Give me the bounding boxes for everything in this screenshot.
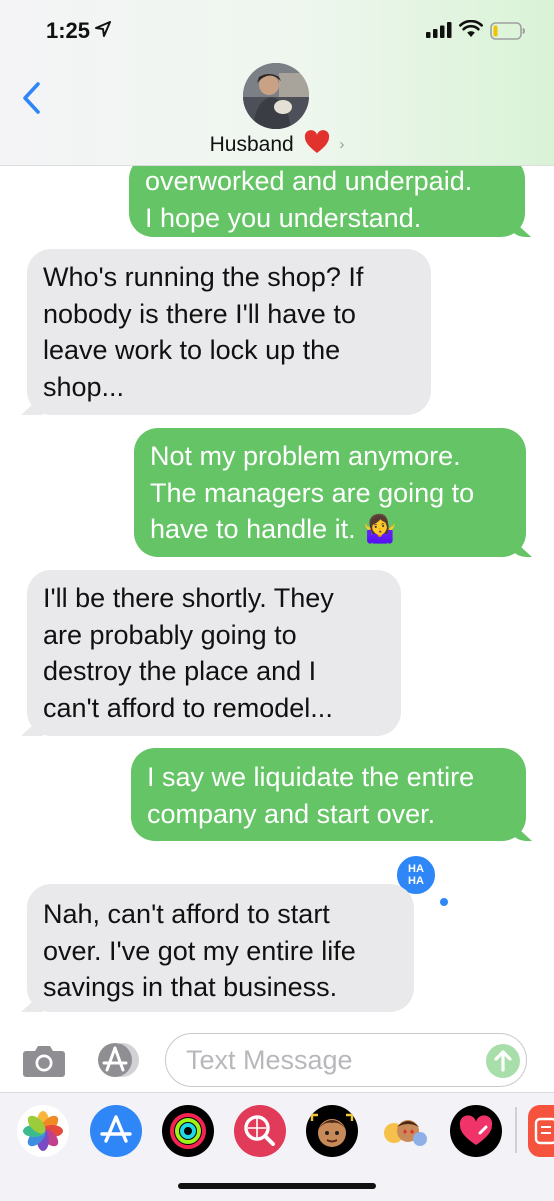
send-button[interactable] xyxy=(486,1044,520,1078)
wifi-icon xyxy=(459,20,483,37)
message-bubble-incoming[interactable]: Who's running the shop? If nobody is the… xyxy=(27,249,431,415)
location-arrow-icon xyxy=(95,21,111,37)
message-bubble-incoming[interactable]: I'll be there shortly. They are probably… xyxy=(27,570,401,736)
message-bubble-outgoing[interactable]: overworked and underpaid. I hope you und… xyxy=(129,155,525,237)
message-text: Who's running the shop? If nobody is the… xyxy=(43,262,364,402)
contact-name: Husband xyxy=(209,133,294,156)
message-text: I say we liquidate the entire company an… xyxy=(147,762,475,829)
drawer-divider xyxy=(515,1107,517,1153)
message-bubble-incoming[interactable]: Nah, can't afford to start over. I've go… xyxy=(27,884,414,1012)
message-text: Nah, can't afford to start over. I've go… xyxy=(43,899,356,1002)
tapback-label: HA xyxy=(408,875,424,887)
avatar-photo xyxy=(243,63,309,129)
memoji-icon[interactable] xyxy=(306,1105,358,1157)
web-images-search-icon[interactable] xyxy=(234,1105,286,1157)
message-input[interactable] xyxy=(184,1044,478,1077)
message-bubble-outgoing[interactable]: Not my problem anymore. The managers are… xyxy=(134,428,526,557)
more-apps-icon[interactable] xyxy=(528,1105,554,1157)
status-time: 1:25 xyxy=(46,18,91,43)
tapback-tail-dot xyxy=(440,898,448,906)
memoji-stickers-icon[interactable] xyxy=(378,1105,430,1157)
red-heart-icon xyxy=(304,130,329,153)
app-store-drawer-icon[interactable] xyxy=(93,1040,143,1080)
message-text: Not my problem anymore. The managers are… xyxy=(150,441,475,544)
cellular-signal-icon xyxy=(426,22,452,38)
message-input-field[interactable] xyxy=(165,1033,527,1087)
app-store-icon[interactable] xyxy=(90,1105,142,1157)
tapback-label: HA xyxy=(408,863,424,875)
photos-app-icon[interactable] xyxy=(17,1105,69,1157)
home-indicator[interactable] xyxy=(178,1183,376,1189)
digital-touch-heart-icon[interactable] xyxy=(450,1105,502,1157)
message-bubble-outgoing[interactable]: I say we liquidate the entire company an… xyxy=(131,748,526,841)
camera-icon[interactable] xyxy=(22,1043,66,1079)
battery-icon xyxy=(490,22,525,40)
back-chevron-icon[interactable] xyxy=(18,80,48,116)
message-text: overworked and underpaid. I hope you und… xyxy=(145,166,473,233)
conversation-header: 1:25 Husband › xyxy=(0,0,554,166)
chevron-right-icon: › xyxy=(339,136,345,153)
activity-icon[interactable] xyxy=(162,1105,214,1157)
arrow-up-icon xyxy=(494,1050,512,1072)
contact-avatar[interactable] xyxy=(243,63,309,129)
message-text: I'll be there shortly. They are probably… xyxy=(43,583,334,723)
contact-name-row[interactable]: Husband › xyxy=(0,130,554,157)
